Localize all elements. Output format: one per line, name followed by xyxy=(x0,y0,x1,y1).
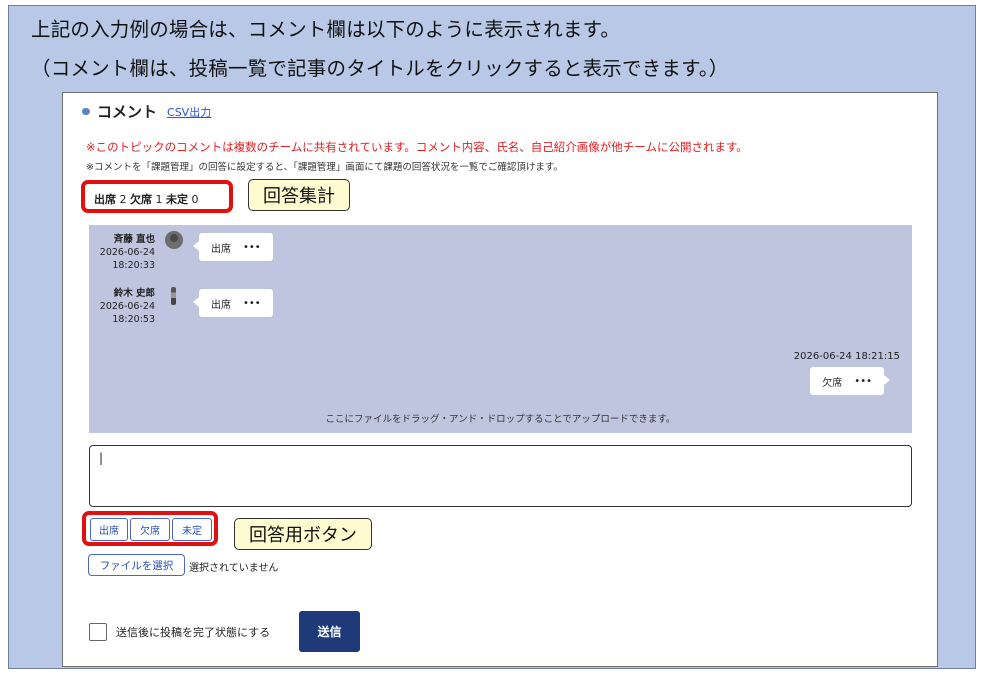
tally-attend-label: 出席 xyxy=(94,193,116,206)
comment-meta: 斉藤 直也 2026-06-24 18:20:33 xyxy=(89,233,155,272)
tally-callout: 回答集計 xyxy=(248,179,350,211)
file-select-button[interactable]: ファイルを選択 xyxy=(88,554,185,576)
comment-text: 欠席 xyxy=(822,377,843,389)
comment-meta: 鈴木 史郎 2026-06-24 18:20:53 xyxy=(89,287,155,326)
user-avatar-icon xyxy=(171,287,176,305)
comment-text: 出席 xyxy=(211,299,231,311)
comment-bubble: 出席 ••• xyxy=(193,289,273,317)
comment-text: 出席 xyxy=(211,243,231,255)
file-status: 選択されていません xyxy=(189,563,279,574)
comment-thread: 斉藤 直也 2026-06-24 18:20:33 出席 ••• 鈴木 史郎 2… xyxy=(89,225,912,433)
more-icon[interactable]: ••• xyxy=(243,298,261,309)
comment-author: 鈴木 史郎 xyxy=(113,288,155,299)
drop-zone-hint: ここにファイルをドラッグ・アンド・ドロップすることでアップロードできます。 xyxy=(325,414,676,425)
more-icon[interactable]: ••• xyxy=(854,376,872,387)
comment-time: 18:20:33 xyxy=(112,260,155,271)
bullet-icon xyxy=(82,108,89,115)
complete-checkbox[interactable] xyxy=(89,623,107,641)
comment-time: 18:20:53 xyxy=(112,314,155,325)
share-warning: ※このトピックのコメントは複数のチームに共有されています。コメント内容、氏名、自… xyxy=(86,140,748,154)
comment-date: 2026-06-24 xyxy=(99,301,155,312)
task-note: ※コメントを「課題管理」の回答に設定すると、「課題管理」画面にて課題の回答状況を… xyxy=(86,162,563,173)
tally-absent-label: 欠席 xyxy=(130,193,152,206)
tally-absent-count: 1 xyxy=(155,193,163,206)
comment-title: コメント xyxy=(97,103,158,121)
send-button[interactable]: 送信 xyxy=(299,611,360,652)
comment-input[interactable]: | xyxy=(89,445,912,507)
user-avatar-icon xyxy=(165,231,183,249)
answer-absent-button[interactable]: 欠席 xyxy=(130,518,170,541)
tally-attend-count: 2 xyxy=(119,193,127,206)
tally-undecided-count: 0 xyxy=(191,193,199,206)
intro-line-1: 上記の入力例の場合は、コメント欄は以下のように表示されます。 xyxy=(31,18,621,41)
comment-bubble: 出席 ••• xyxy=(193,233,273,261)
answer-tally: 出席 2 欠席 1 未定 0 xyxy=(81,180,233,213)
own-comment-bubble: 欠席 ••• xyxy=(810,367,890,395)
comment-author: 斉藤 直也 xyxy=(113,234,155,245)
answer-undecided-button[interactable]: 未定 xyxy=(172,518,212,541)
complete-checkbox-label: 送信後に投稿を完了状態にする xyxy=(116,626,271,639)
csv-export-link[interactable]: CSV出力 xyxy=(167,104,211,120)
intro-line-2: （コメント欄は、投稿一覧で記事のタイトルをクリックすると表示できます。） xyxy=(31,57,729,80)
comment-date: 2026-06-24 xyxy=(99,247,155,258)
outer-frame: 上記の入力例の場合は、コメント欄は以下のように表示されます。 （コメント欄は、投… xyxy=(8,5,976,669)
own-comment-timestamp: 2026-06-24 18:21:15 xyxy=(793,351,900,362)
comment-header: コメント CSV出力 xyxy=(82,101,211,122)
comment-panel: コメント CSV出力 ※このトピックのコメントは複数のチームに共有されています。… xyxy=(62,92,938,667)
answer-attend-button[interactable]: 出席 xyxy=(90,518,128,541)
more-icon[interactable]: ••• xyxy=(243,242,261,253)
tally-undecided-label: 未定 xyxy=(166,193,188,206)
buttons-callout: 回答用ボタン xyxy=(234,518,372,550)
